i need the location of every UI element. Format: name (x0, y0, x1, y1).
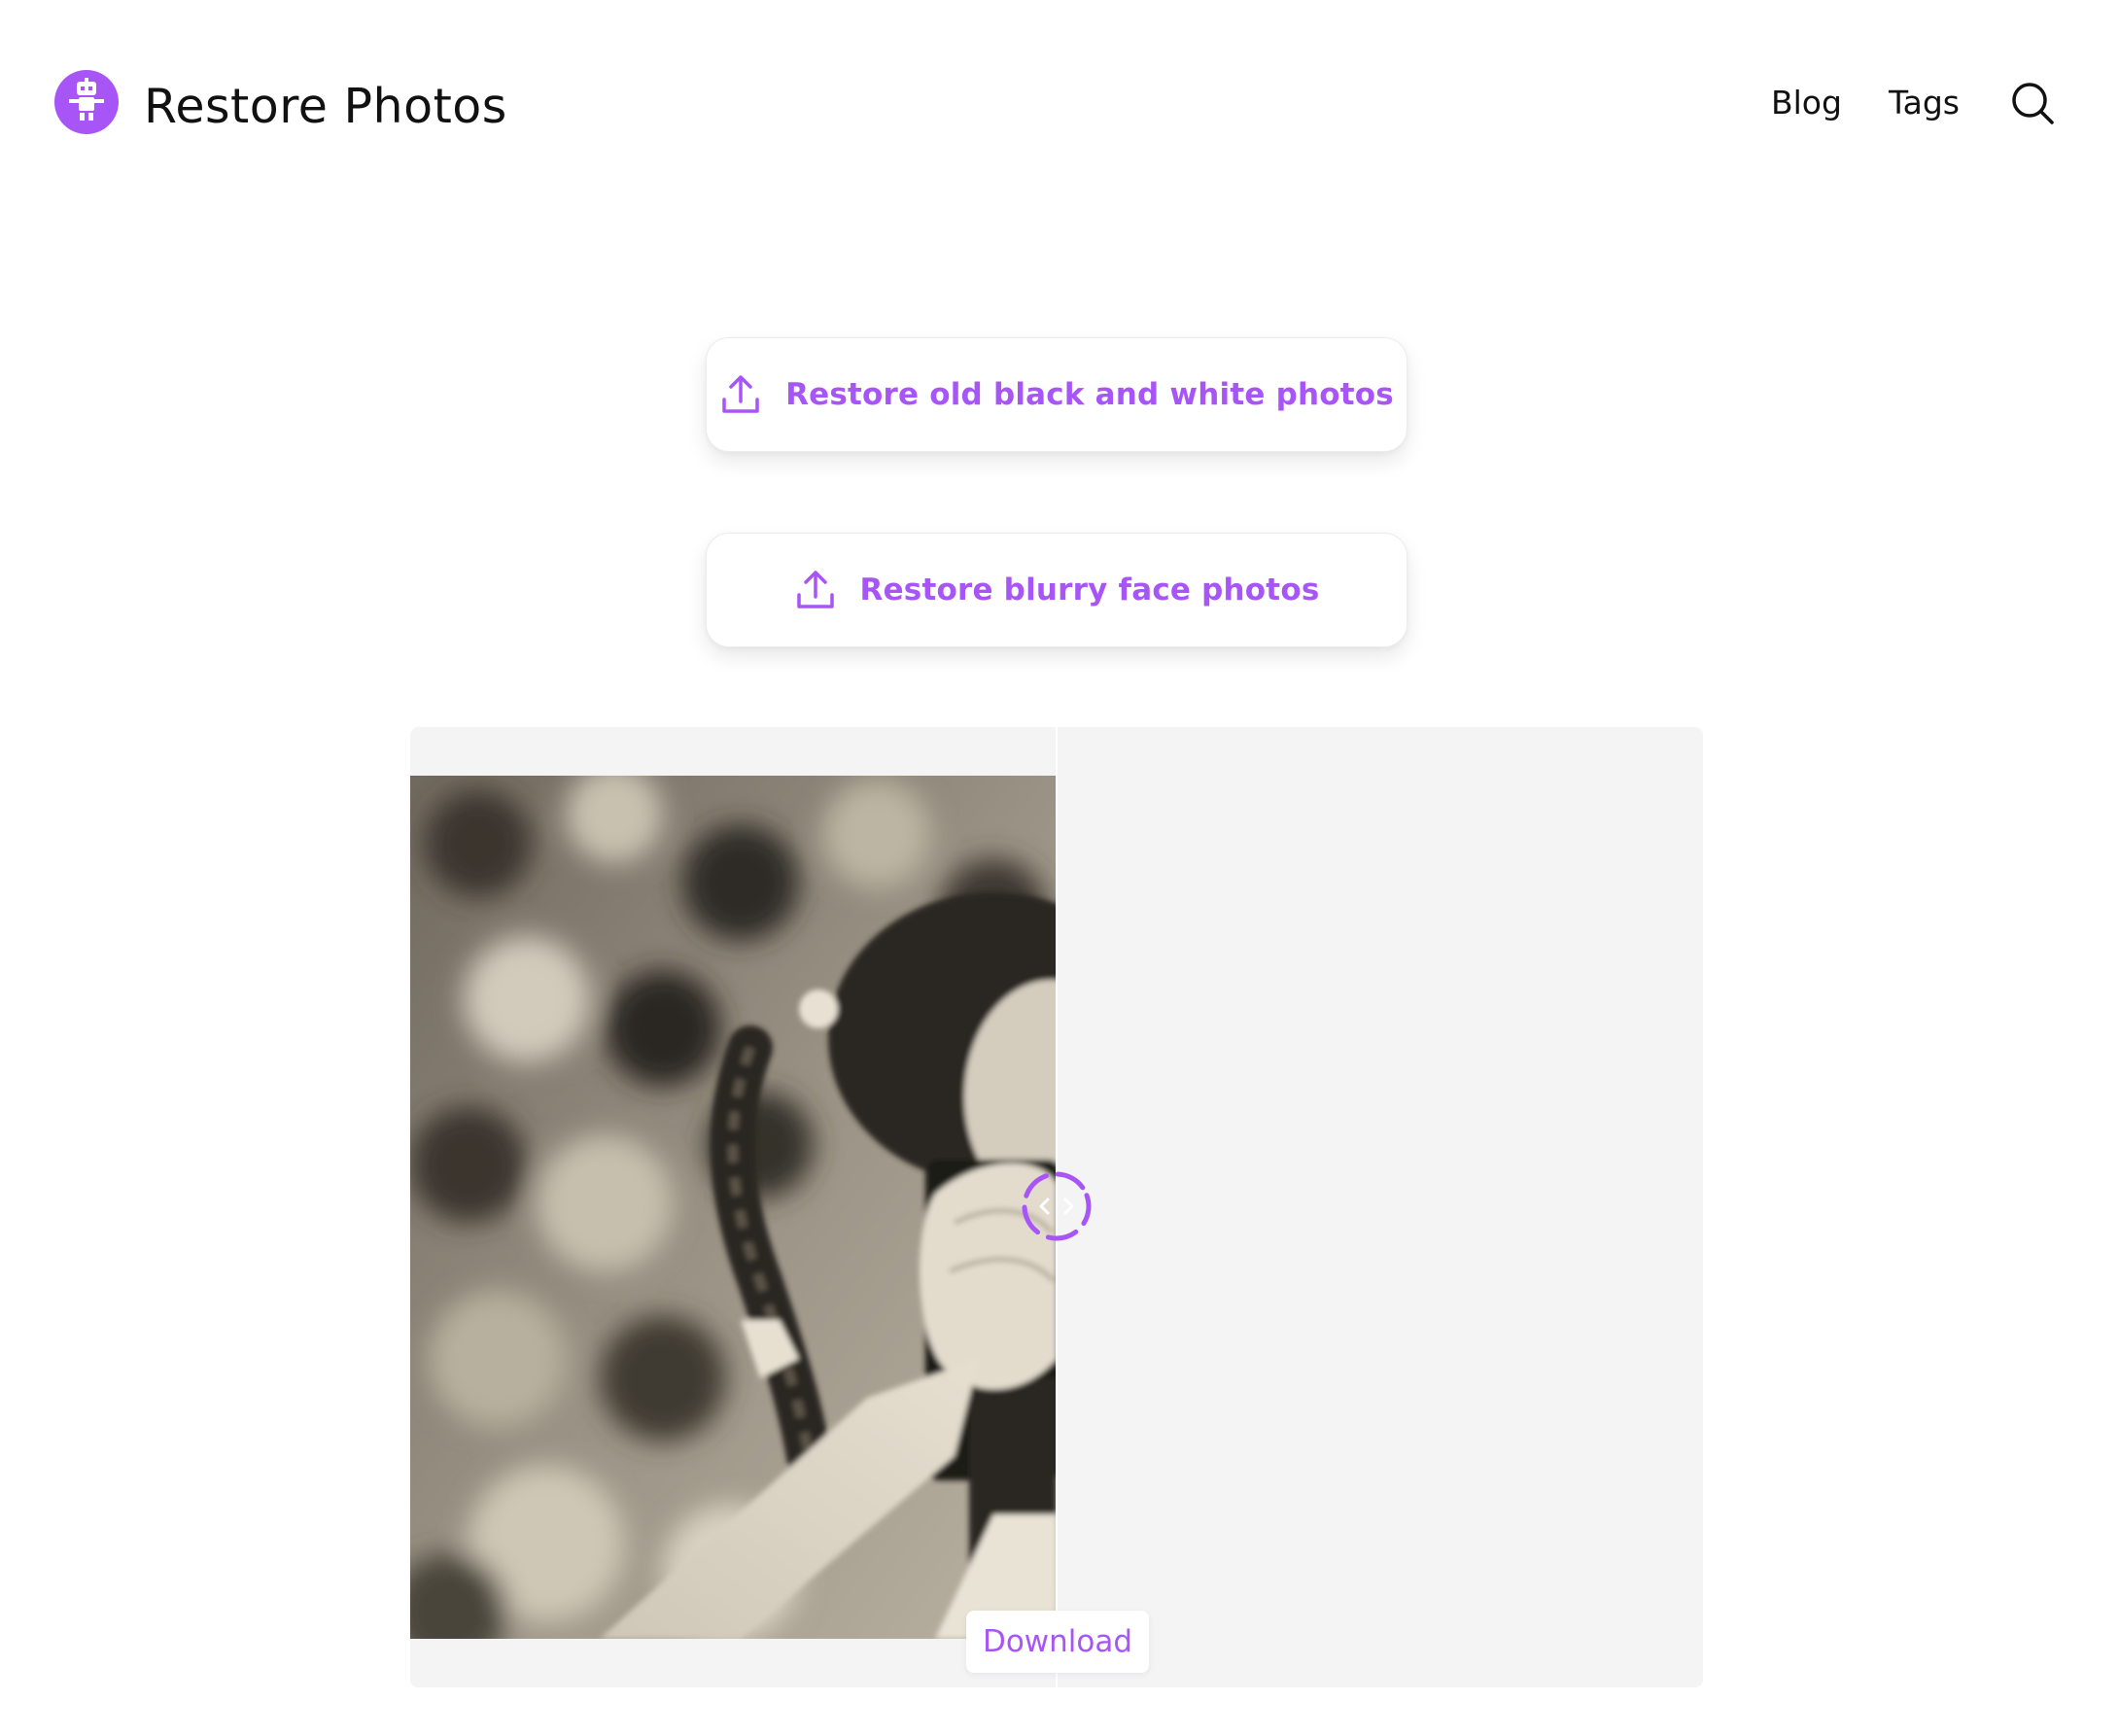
restore-bw-label: Restore old black and white photos (785, 377, 1394, 412)
home-link[interactable]: Restore Photos (54, 70, 507, 134)
upload-icon (719, 373, 762, 416)
site-header: Restore Photos Blog Tags (0, 0, 2119, 224)
robot-logo-icon (54, 70, 119, 134)
download-button[interactable]: Download (966, 1611, 1149, 1673)
search-icon[interactable] (2008, 79, 2057, 127)
nav-blog-link[interactable]: Blog (1771, 74, 1842, 132)
original-photo (410, 776, 1057, 1639)
before-after-compare-slider[interactable]: Download (410, 727, 1703, 1687)
drag-handle-icon[interactable] (1021, 1170, 1093, 1242)
restore-blurry-face-label: Restore blurry face photos (859, 573, 1320, 608)
site-title: Restore Photos (144, 78, 507, 134)
nav-tags-link[interactable]: Tags (1889, 74, 1960, 132)
restore-blurry-face-upload-button[interactable]: Restore blurry face photos (706, 533, 1407, 647)
upload-icon (794, 569, 837, 611)
restore-bw-upload-button[interactable]: Restore old black and white photos (706, 337, 1407, 452)
main-nav: Blog Tags (1724, 74, 2057, 132)
